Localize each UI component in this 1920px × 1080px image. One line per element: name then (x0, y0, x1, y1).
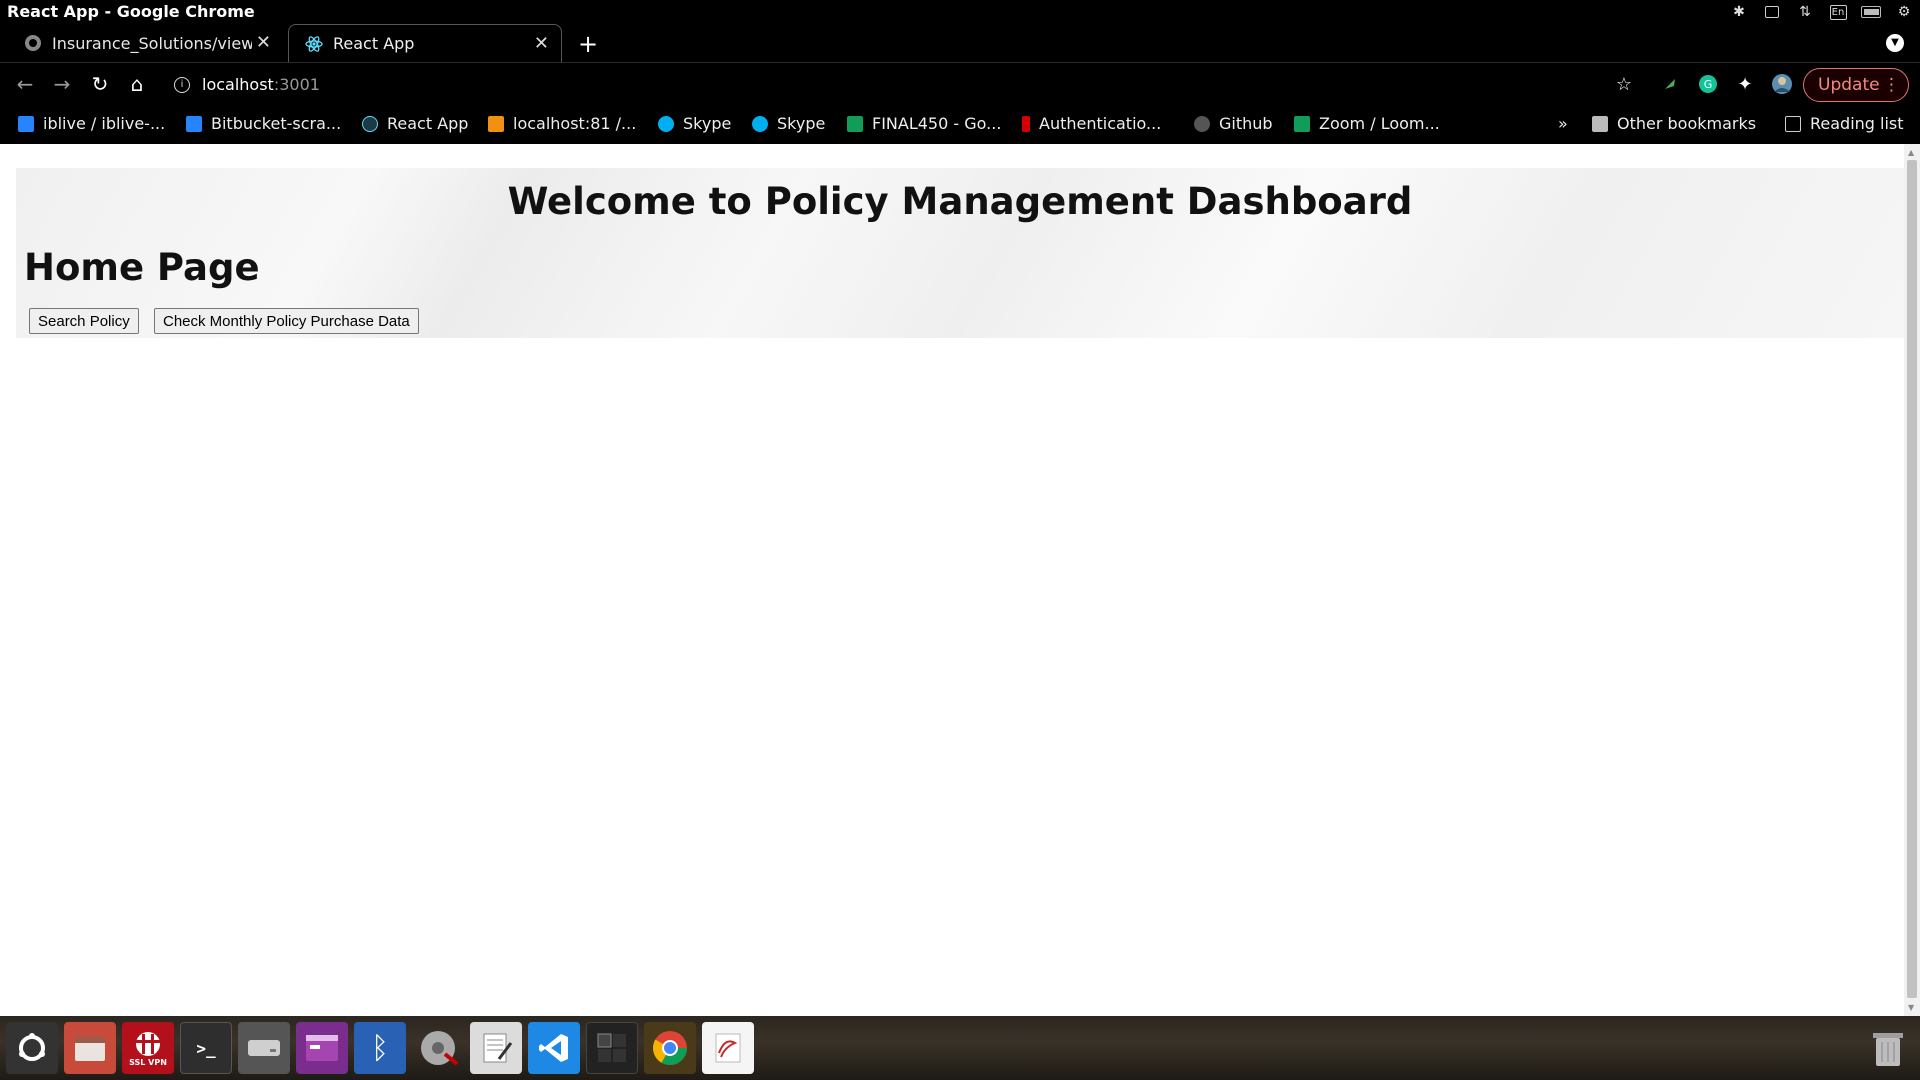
grammarly-icon[interactable]: G (1697, 73, 1719, 95)
disk-utility-icon[interactable] (412, 1022, 464, 1074)
scroll-down-icon[interactable]: ▼ (1908, 1003, 1914, 1012)
bookmark-item[interactable]: localhost:81 /... (488, 114, 636, 133)
browser-toolbar: ← → ↻ ⌂ i localhost:3001 ☆ G ✦ Update ⋮ (0, 62, 1920, 106)
close-tab-icon[interactable]: ✕ (534, 33, 549, 54)
extension-leaf-icon[interactable] (1659, 73, 1681, 95)
auth-red-icon (1022, 115, 1030, 132)
github-icon (24, 34, 42, 52)
tab-label: React App (333, 34, 415, 53)
tab-strip: Insurance_Solutions/view ✕ React App ✕ +… (0, 24, 1920, 62)
address-bar[interactable]: i localhost:3001 (168, 69, 1628, 101)
page-title: Home Page (24, 246, 260, 289)
skype-icon (752, 115, 768, 132)
profile-avatar-icon[interactable] (1771, 73, 1793, 95)
folder-icon (1592, 115, 1608, 132)
keyboard-layout-icon[interactable]: En (1828, 2, 1848, 22)
scroll-thumb[interactable] (1907, 160, 1917, 998)
vscode-icon[interactable] (528, 1022, 580, 1074)
bookmark-item[interactable]: Github (1194, 114, 1273, 133)
bookmark-item[interactable]: FINAL450 - Go... (847, 114, 1001, 133)
tab-search-chevron-icon[interactable]: ▼ (1886, 34, 1904, 52)
bluetooth-icon[interactable]: ᛒ (354, 1022, 406, 1074)
bookmark-item[interactable]: Authenticatio... (1022, 114, 1161, 133)
terminal-icon[interactable]: >_ (180, 1022, 232, 1074)
reading-list-icon (1785, 115, 1801, 132)
bookmark-item[interactable]: Skype (658, 114, 731, 133)
google-sheets-icon (847, 115, 863, 132)
battery-icon[interactable] (1861, 2, 1881, 22)
reload-icon[interactable]: ↻ (87, 71, 113, 97)
new-tab-plus-icon[interactable]: + (578, 30, 598, 58)
skype-icon (658, 115, 674, 132)
close-tab-icon[interactable]: ✕ (256, 32, 271, 53)
site-info-icon[interactable]: i (174, 77, 190, 93)
welcome-title: Welcome to Policy Management Dashboard (507, 180, 1413, 223)
window-title: React App - Google Chrome (7, 2, 255, 21)
tab-label: Insurance_Solutions/view (52, 33, 252, 53)
extensions-puzzle-icon[interactable]: ✦ (1734, 73, 1756, 95)
ssl-vpn-label: SSL VPN (129, 1057, 167, 1067)
tab-react-app[interactable]: React App ✕ (288, 24, 562, 62)
text-editor-icon[interactable] (470, 1022, 522, 1074)
bookmark-item[interactable]: Skype (752, 114, 825, 133)
network-icon[interactable]: ⇅ (1795, 2, 1815, 22)
scroll-up-icon[interactable]: ▲ (1908, 148, 1914, 157)
bookmark-item[interactable]: Bitbucket-scra... (186, 114, 341, 133)
ubuntu-logo-icon[interactable] (6, 1022, 58, 1074)
bitbucket-icon (18, 115, 34, 132)
bookmark-item[interactable]: React App (362, 114, 468, 133)
bookmark-item[interactable]: Zoom / Loom... (1294, 114, 1440, 133)
menu-kebab-icon[interactable]: ⋮ (1883, 69, 1900, 101)
forward-arrow-icon[interactable]: → (49, 71, 75, 97)
check-monthly-data-button[interactable]: Check Monthly Policy Purchase Data (154, 308, 419, 334)
page-scrollbar[interactable]: ▲ ▼ (1904, 144, 1920, 1016)
bookmarks-overflow-chevron[interactable]: » (1558, 114, 1568, 133)
phpmyadmin-icon (488, 115, 504, 132)
svg-text:G: G (1704, 78, 1713, 91)
url-text[interactable]: localhost:3001 (202, 75, 320, 94)
other-bookmarks[interactable]: Other bookmarks (1592, 114, 1756, 133)
trash-icon[interactable] (1862, 1022, 1914, 1074)
taskbar-dock: SSL VPN >_ ᛒ (0, 1016, 1920, 1080)
dashboard-header: Welcome to Policy Management Dashboard H… (16, 168, 1904, 338)
page-viewport: Welcome to Policy Management Dashboard H… (0, 144, 1920, 1016)
bookmark-star-icon[interactable]: ☆ (1613, 73, 1635, 95)
reading-list[interactable]: Reading list (1785, 114, 1904, 133)
system-top-bar: React App - Google Chrome ✱ ⇅ En ⚙ (0, 0, 1920, 24)
back-arrow-icon[interactable]: ← (12, 71, 38, 97)
workspace-icon[interactable] (586, 1022, 638, 1074)
bookmarks-bar: iblive / iblive-... Bitbucket-scra... Re… (0, 106, 1920, 144)
app-purple-icon[interactable] (296, 1022, 348, 1074)
ssl-vpn-icon[interactable]: SSL VPN (122, 1022, 174, 1074)
search-policy-button[interactable]: Search Policy (29, 308, 139, 334)
evince-icon[interactable] (702, 1022, 754, 1074)
react-icon (362, 115, 378, 132)
google-sheets-icon (1294, 115, 1310, 132)
files-icon[interactable] (64, 1022, 116, 1074)
react-icon (305, 35, 323, 53)
settings-gear-icon[interactable]: ⚙ (1894, 2, 1914, 22)
system-tray: ✱ ⇅ En ⚙ (1729, 2, 1914, 22)
bookmark-item[interactable]: iblive / iblive-... (18, 114, 165, 133)
tab-insurance-solutions[interactable]: Insurance_Solutions/view ✕ (8, 24, 283, 62)
chrome-icon[interactable] (644, 1022, 696, 1074)
update-button[interactable]: Update ⋮ (1803, 68, 1909, 102)
github-icon (1194, 115, 1210, 132)
bluetooth-off-icon[interactable]: ✱ (1729, 2, 1749, 22)
screen-share-icon[interactable] (1762, 2, 1782, 22)
home-icon[interactable]: ⌂ (124, 71, 150, 97)
bitbucket-icon (186, 115, 202, 132)
disk-icon[interactable] (238, 1022, 290, 1074)
